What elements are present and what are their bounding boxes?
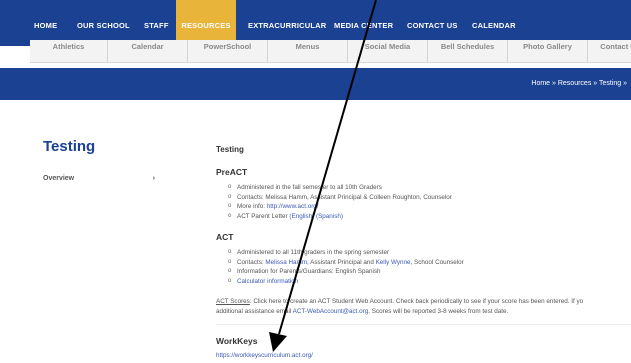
annotation-arrow-shaft <box>278 0 377 335</box>
annotation-arrow-head <box>269 332 287 352</box>
annotation-arrow-icon <box>269 0 377 352</box>
